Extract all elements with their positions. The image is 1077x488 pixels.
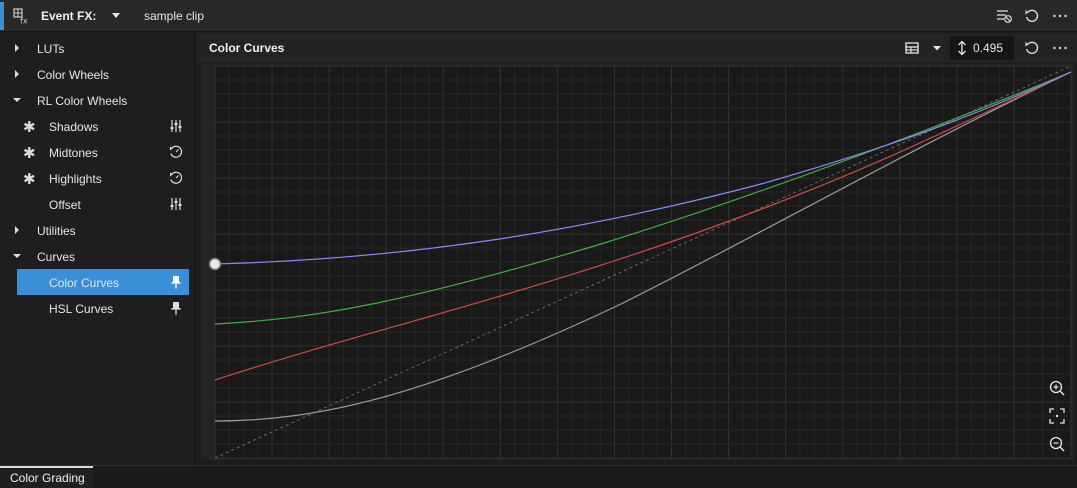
event-fx-label: Event FX:: [41, 9, 97, 23]
tree-item-label: Midtones: [49, 146, 98, 160]
vertical-arrows-icon: [958, 40, 966, 56]
tree-item-label: Offset: [49, 198, 81, 212]
pin-icon[interactable]: [168, 274, 184, 290]
tree-item-label: HSL Curves: [49, 302, 114, 316]
tree-item-luts[interactable]: LUTs: [0, 35, 195, 61]
chevron-down-icon[interactable]: [928, 39, 946, 57]
active-accent-bar: [0, 2, 4, 30]
curve-control-point[interactable]: [208, 257, 222, 271]
chevron-right-icon[interactable]: [13, 44, 21, 52]
tree-item-label: LUTs: [37, 42, 65, 56]
more-horizontal-icon[interactable]: [1051, 39, 1069, 57]
modified-star-icon: ✱: [23, 118, 36, 136]
chevron-down-icon[interactable]: [108, 10, 124, 22]
tree-item-label: Highlights: [49, 172, 102, 186]
panel-header: Color Curves 0.495: [196, 33, 1077, 63]
bottom-tab-bar: Color Grading: [0, 465, 1077, 488]
value-text: 0.495: [973, 41, 1004, 55]
tree-item-label: RL Color Wheels: [37, 94, 128, 108]
tree-item-midtones[interactable]: ✱ Midtones: [0, 139, 195, 165]
sliders-icon[interactable]: [168, 196, 184, 212]
tree-item-rl-color-wheels[interactable]: RL Color Wheels: [0, 87, 195, 113]
chevron-right-icon[interactable]: [13, 226, 21, 234]
modified-star-icon: ✱: [23, 170, 36, 188]
tree-item-label: Curves: [37, 250, 76, 264]
tab-label: Color Grading: [10, 471, 85, 485]
svg-text:fx: fx: [20, 17, 28, 25]
chevron-down-icon[interactable]: [13, 96, 21, 104]
tree-item-curves[interactable]: Curves: [0, 243, 195, 269]
value-input[interactable]: 0.495: [950, 36, 1014, 60]
reset-icon[interactable]: [1023, 7, 1041, 25]
chevron-down-icon[interactable]: [13, 252, 21, 260]
zoom-in-icon[interactable]: [1046, 377, 1068, 399]
sliders-icon[interactable]: [168, 118, 184, 134]
tree-item-color-curves[interactable]: Color Curves: [0, 269, 195, 295]
tree-item-hsl-curves[interactable]: HSL Curves: [0, 295, 195, 321]
grid-view-icon[interactable]: [903, 39, 921, 57]
panel-title: Color Curves: [209, 41, 285, 55]
fx-icon: fx: [13, 8, 29, 26]
tree-item-utilities[interactable]: Utilities: [0, 217, 195, 243]
pin-icon[interactable]: [168, 300, 184, 316]
tree-item-label: Shadows: [49, 120, 99, 134]
tree-item-shadows[interactable]: ✱ Shadows: [0, 113, 195, 139]
tree-item-offset[interactable]: Offset: [0, 191, 195, 217]
reset-circle-icon[interactable]: [168, 170, 184, 186]
top-bar: fx Event FX: sample clip: [0, 0, 1077, 32]
reset-circle-icon[interactable]: [168, 144, 184, 160]
more-horizontal-icon[interactable]: [1051, 7, 1069, 25]
reset-icon[interactable]: [1023, 39, 1041, 57]
fit-to-view-icon[interactable]: [1046, 405, 1068, 427]
tree-item-color-wheels[interactable]: Color Wheels: [0, 61, 195, 87]
tree-item-highlights[interactable]: ✱ Highlights: [0, 165, 195, 191]
effects-tree-sidebar: LUTs Color Wheels RL Color Wheels ✱ Shad…: [0, 33, 195, 465]
tab-color-grading[interactable]: Color Grading: [0, 466, 93, 488]
filter-list-icon[interactable]: [995, 7, 1013, 25]
tree-item-label: Color Curves: [49, 276, 120, 290]
modified-star-icon: ✱: [23, 144, 36, 162]
tree-item-label: Utilities: [37, 224, 76, 238]
clip-name: sample clip: [144, 9, 205, 23]
tree-item-label: Color Wheels: [37, 68, 110, 82]
curve-editor[interactable]: [201, 64, 1074, 460]
zoom-out-icon[interactable]: [1046, 433, 1068, 455]
chevron-right-icon[interactable]: [13, 70, 21, 78]
curve-graph[interactable]: [201, 64, 1074, 460]
